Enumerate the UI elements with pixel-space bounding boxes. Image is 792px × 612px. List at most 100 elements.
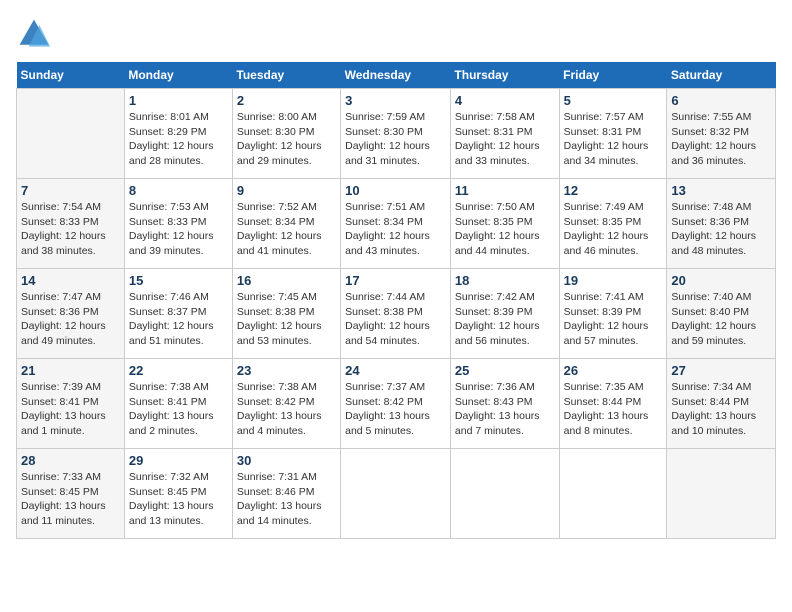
calendar-cell: 13 Sunrise: 7:48 AM Sunset: 8:36 PM Dayli… [667,179,776,269]
day-number: 11 [455,183,555,198]
calendar-cell: 30 Sunrise: 7:31 AM Sunset: 8:46 PM Dayli… [232,449,340,539]
calendar-cell: 6Sunrise: 7:55 AM Sunset: 8:32 PM Daylig… [667,89,776,179]
day-info: Sunrise: 7:42 AM Sunset: 8:39 PM Dayligh… [455,290,555,349]
day-number: 5 [564,93,663,108]
calendar-cell [341,449,451,539]
calendar-cell: 10 Sunrise: 7:51 AM Sunset: 8:34 PM Dayli… [341,179,451,269]
day-info: Sunrise: 7:32 AM Sunset: 8:45 PM Dayligh… [129,470,228,529]
day-info: Sunrise: 7:48 AM Sunset: 8:36 PM Dayligh… [671,200,771,259]
logo-icon [16,16,52,52]
logo [16,16,56,52]
calendar-cell: 14 Sunrise: 7:47 AM Sunset: 8:36 PM Dayli… [17,269,125,359]
calendar-cell: 26 Sunrise: 7:35 AM Sunset: 8:44 PM Dayli… [559,359,667,449]
day-info: Sunrise: 7:35 AM Sunset: 8:44 PM Dayligh… [564,380,663,439]
calendar-cell: 3 Sunrise: 7:59 AM Sunset: 8:30 PM Daylig… [341,89,451,179]
weekday-header-thursday: Thursday [450,62,559,89]
day-number: 24 [345,363,446,378]
day-number: 14 [21,273,120,288]
day-number: 3 [345,93,446,108]
day-number: 10 [345,183,446,198]
day-info: Sunrise: 7:44 AM Sunset: 8:38 PM Dayligh… [345,290,446,349]
day-number: 30 [237,453,336,468]
day-info: Sunrise: 7:34 AM Sunset: 8:44 PM Dayligh… [671,380,771,439]
day-number: 26 [564,363,663,378]
day-number: 21 [21,363,120,378]
day-number: 7 [21,183,120,198]
day-info: Sunrise: 7:52 AM Sunset: 8:34 PM Dayligh… [237,200,336,259]
day-info: Sunrise: 7:49 AM Sunset: 8:35 PM Dayligh… [564,200,663,259]
calendar-cell: 25 Sunrise: 7:36 AM Sunset: 8:43 PM Dayli… [450,359,559,449]
day-info: Sunrise: 7:33 AM Sunset: 8:45 PM Dayligh… [21,470,120,529]
calendar-cell: 11 Sunrise: 7:50 AM Sunset: 8:35 PM Dayli… [450,179,559,269]
day-number: 16 [237,273,336,288]
weekday-header-row: SundayMondayTuesdayWednesdayThursdayFrid… [17,62,776,89]
day-info: Sunrise: 7:58 AM Sunset: 8:31 PM Dayligh… [455,110,555,169]
calendar-cell: 12 Sunrise: 7:49 AM Sunset: 8:35 PM Dayli… [559,179,667,269]
calendar-cell: 20 Sunrise: 7:40 AM Sunset: 8:40 PM Dayli… [667,269,776,359]
calendar-table: SundayMondayTuesdayWednesdayThursdayFrid… [16,62,776,539]
day-number: 17 [345,273,446,288]
calendar-cell: 1Sunrise: 8:01 AM Sunset: 8:29 PM Daylig… [124,89,232,179]
day-info: Sunrise: 7:46 AM Sunset: 8:37 PM Dayligh… [129,290,228,349]
week-row-5: 28 Sunrise: 7:33 AM Sunset: 8:45 PM Dayli… [17,449,776,539]
day-info: Sunrise: 7:36 AM Sunset: 8:43 PM Dayligh… [455,380,555,439]
day-info: Sunrise: 7:38 AM Sunset: 8:42 PM Dayligh… [237,380,336,439]
day-number: 13 [671,183,771,198]
weekday-header-monday: Monday [124,62,232,89]
day-info: Sunrise: 8:00 AM Sunset: 8:30 PM Dayligh… [237,110,336,169]
day-number: 4 [455,93,555,108]
calendar-cell: 21 Sunrise: 7:39 AM Sunset: 8:41 PM Dayli… [17,359,125,449]
calendar-cell: 24 Sunrise: 7:37 AM Sunset: 8:42 PM Dayli… [341,359,451,449]
day-info: Sunrise: 7:45 AM Sunset: 8:38 PM Dayligh… [237,290,336,349]
day-info: Sunrise: 7:57 AM Sunset: 8:31 PM Dayligh… [564,110,663,169]
day-info: Sunrise: 7:39 AM Sunset: 8:41 PM Dayligh… [21,380,120,439]
day-number: 15 [129,273,228,288]
week-row-4: 21 Sunrise: 7:39 AM Sunset: 8:41 PM Dayli… [17,359,776,449]
day-info: Sunrise: 7:37 AM Sunset: 8:42 PM Dayligh… [345,380,446,439]
calendar-cell: 15 Sunrise: 7:46 AM Sunset: 8:37 PM Dayli… [124,269,232,359]
calendar-cell: 8 Sunrise: 7:53 AM Sunset: 8:33 PM Daylig… [124,179,232,269]
weekday-header-saturday: Saturday [667,62,776,89]
calendar-cell: 28 Sunrise: 7:33 AM Sunset: 8:45 PM Dayli… [17,449,125,539]
calendar-cell: 19Sunrise: 7:41 AM Sunset: 8:39 PM Dayli… [559,269,667,359]
day-info: Sunrise: 7:53 AM Sunset: 8:33 PM Dayligh… [129,200,228,259]
calendar-cell: 23 Sunrise: 7:38 AM Sunset: 8:42 PM Dayli… [232,359,340,449]
day-number: 2 [237,93,336,108]
day-number: 12 [564,183,663,198]
day-number: 28 [21,453,120,468]
day-info: Sunrise: 7:40 AM Sunset: 8:40 PM Dayligh… [671,290,771,349]
day-info: Sunrise: 7:59 AM Sunset: 8:30 PM Dayligh… [345,110,446,169]
day-number: 20 [671,273,771,288]
day-info: Sunrise: 7:54 AM Sunset: 8:33 PM Dayligh… [21,200,120,259]
day-number: 22 [129,363,228,378]
weekday-header-tuesday: Tuesday [232,62,340,89]
calendar-cell: 22 Sunrise: 7:38 AM Sunset: 8:41 PM Dayli… [124,359,232,449]
calendar-cell: 5 Sunrise: 7:57 AM Sunset: 8:31 PM Daylig… [559,89,667,179]
calendar-cell: 2 Sunrise: 8:00 AM Sunset: 8:30 PM Daylig… [232,89,340,179]
weekday-header-friday: Friday [559,62,667,89]
weekday-header-sunday: Sunday [17,62,125,89]
day-info: Sunrise: 7:31 AM Sunset: 8:46 PM Dayligh… [237,470,336,529]
week-row-1: 1Sunrise: 8:01 AM Sunset: 8:29 PM Daylig… [17,89,776,179]
day-info: Sunrise: 7:47 AM Sunset: 8:36 PM Dayligh… [21,290,120,349]
calendar-cell: 7 Sunrise: 7:54 AM Sunset: 8:33 PM Daylig… [17,179,125,269]
day-info: Sunrise: 7:51 AM Sunset: 8:34 PM Dayligh… [345,200,446,259]
calendar-cell: 27Sunrise: 7:34 AM Sunset: 8:44 PM Dayli… [667,359,776,449]
calendar-cell: 4 Sunrise: 7:58 AM Sunset: 8:31 PM Daylig… [450,89,559,179]
calendar-cell [667,449,776,539]
day-number: 8 [129,183,228,198]
day-number: 9 [237,183,336,198]
calendar-cell [450,449,559,539]
calendar-cell: 17 Sunrise: 7:44 AM Sunset: 8:38 PM Dayli… [341,269,451,359]
week-row-2: 7 Sunrise: 7:54 AM Sunset: 8:33 PM Daylig… [17,179,776,269]
day-number: 1 [129,93,228,108]
day-number: 23 [237,363,336,378]
calendar-cell [559,449,667,539]
day-info: Sunrise: 7:38 AM Sunset: 8:41 PM Dayligh… [129,380,228,439]
day-number: 18 [455,273,555,288]
day-number: 25 [455,363,555,378]
day-info: Sunrise: 7:50 AM Sunset: 8:35 PM Dayligh… [455,200,555,259]
weekday-header-wednesday: Wednesday [341,62,451,89]
calendar-cell: 9 Sunrise: 7:52 AM Sunset: 8:34 PM Daylig… [232,179,340,269]
calendar-cell: 29Sunrise: 7:32 AM Sunset: 8:45 PM Dayli… [124,449,232,539]
